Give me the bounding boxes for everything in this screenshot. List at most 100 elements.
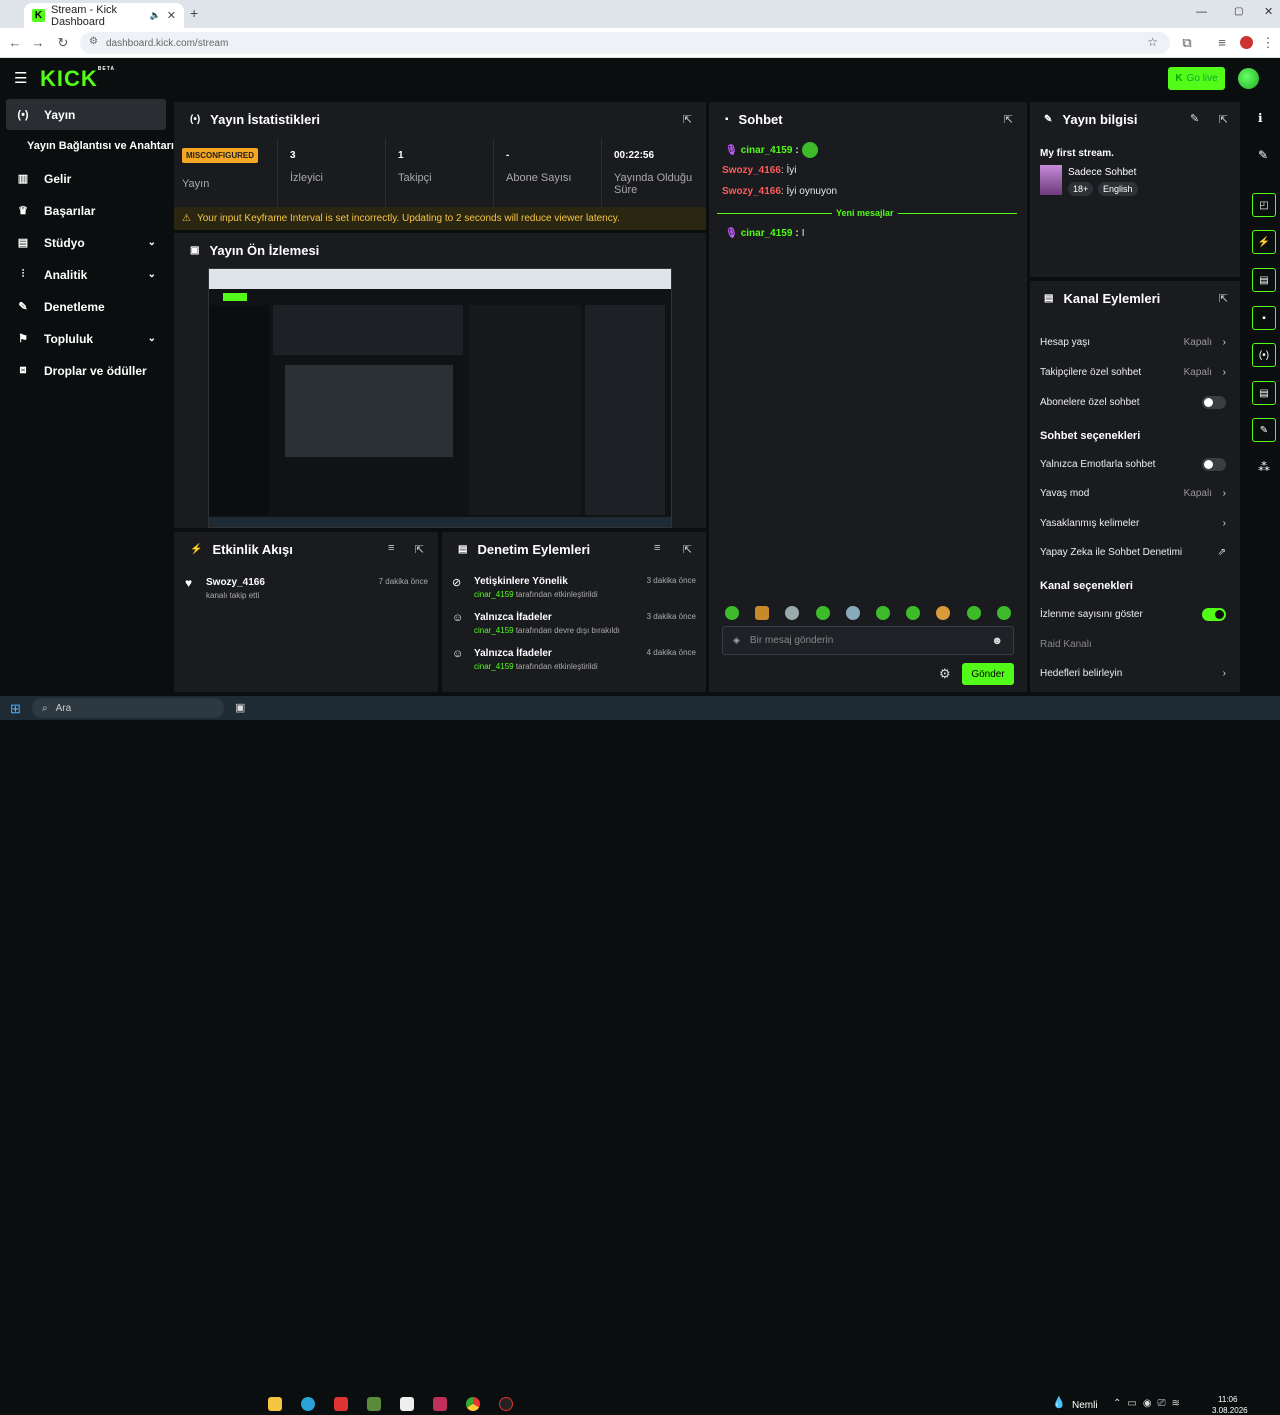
- file-explorer-icon[interactable]: [268, 1397, 282, 1411]
- close-window-icon[interactable]: ✕: [1264, 5, 1273, 18]
- setting-row[interactable]: Raid Kanalı: [1040, 632, 1230, 656]
- chevron-right-icon: ›: [1222, 667, 1226, 679]
- rail-stats-button[interactable]: (•): [1252, 343, 1276, 367]
- bookmark-star-icon[interactable]: ☆: [1147, 35, 1158, 49]
- stream-preview-video[interactable]: [208, 268, 672, 528]
- go-live-button[interactable]: K Go live: [1168, 67, 1225, 90]
- expand-icon[interactable]: ⇱: [415, 543, 424, 556]
- emote-icon[interactable]: [816, 606, 830, 620]
- sidebar-item-basarilar[interactable]: ♛ Başarılar: [6, 195, 166, 226]
- tray-icons[interactable]: ⌃▭◉⎚≋: [1113, 1398, 1186, 1409]
- task-view-icon[interactable]: ▣: [235, 701, 245, 714]
- chat-username[interactable]: Swozy_4166: [722, 186, 781, 197]
- setting-row[interactable]: Yavaş mod Kapalı ›: [1040, 481, 1230, 505]
- maximize-icon[interactable]: ▢: [1234, 6, 1243, 17]
- sidebar-item-analitik[interactable]: ⫶ Analitik ⌄: [6, 259, 166, 290]
- settings-gear-icon[interactable]: ⚙: [939, 666, 951, 682]
- edit-pencil-icon[interactable]: ✎: [1258, 148, 1268, 162]
- app-icon[interactable]: [334, 1397, 348, 1411]
- setting-value: Kapalı: [1183, 336, 1212, 348]
- filter-icon[interactable]: ≡: [654, 542, 660, 554]
- expand-icon[interactable]: ⇱: [1004, 113, 1013, 126]
- emote-icon[interactable]: [846, 606, 860, 620]
- windows-start-icon[interactable]: ⊞: [10, 701, 21, 717]
- minimize-icon[interactable]: —: [1196, 6, 1207, 18]
- expand-icon[interactable]: ⇱: [683, 113, 692, 126]
- emote-icon[interactable]: [785, 606, 799, 620]
- toggle-switch[interactable]: [1202, 395, 1226, 409]
- emote-icon[interactable]: [755, 606, 769, 620]
- profile-icon[interactable]: [1240, 36, 1253, 49]
- sidebar-item-stream-key[interactable]: Yayın Bağlantısı ve Anahtarı: [6, 130, 174, 161]
- rail-stream-info-button[interactable]: ✎: [1252, 418, 1276, 442]
- obs-icon[interactable]: [499, 1397, 513, 1411]
- chrome-icon[interactable]: [466, 1397, 480, 1411]
- taskbar-search[interactable]: ⌕ Ara: [32, 698, 224, 718]
- sidebar-item-droplar[interactable]: ⧈ Droplar ve ödüller: [6, 355, 166, 386]
- rail-preview-button[interactable]: ◰: [1252, 193, 1276, 217]
- emote-icon[interactable]: [876, 606, 890, 620]
- setting-row[interactable]: Hedefleri belirleyin ›: [1040, 661, 1230, 685]
- extensions-icon[interactable]: ⧉: [1177, 35, 1197, 51]
- emote-icon[interactable]: [906, 606, 920, 620]
- sidebar-item-denetleme[interactable]: ✎ Denetleme: [6, 291, 166, 322]
- setting-row[interactable]: Hesap yaşı Kapalı ›: [1040, 330, 1230, 354]
- site-info-icon[interactable]: ⚙: [89, 36, 98, 47]
- expand-icon[interactable]: ⇱: [1219, 292, 1228, 305]
- url-field[interactable]: ⚙ dashboard.kick.com/stream ☆: [80, 32, 1170, 54]
- app-icon[interactable]: [433, 1397, 447, 1411]
- expand-icon[interactable]: ⇱: [1219, 113, 1228, 126]
- chevron-down-icon: ⌄: [147, 237, 156, 248]
- emoji-icon[interactable]: ☻: [991, 635, 1003, 647]
- chat-username[interactable]: cinar_4159: [741, 145, 793, 156]
- chat-username[interactable]: cinar_4159: [741, 228, 793, 239]
- more-widgets-icon[interactable]: ⁂: [1258, 460, 1270, 474]
- setting-row[interactable]: Yapay Zeka ile Sohbet Denetimi ⇗: [1040, 540, 1230, 564]
- new-tab-button[interactable]: +: [190, 5, 198, 21]
- sidebar-item-studyo[interactable]: ▤ Stüdyo ⌄: [6, 227, 166, 258]
- hamburger-menu-icon[interactable]: ☰: [14, 69, 27, 87]
- toggle-switch[interactable]: [1202, 457, 1226, 471]
- edge-icon[interactable]: [301, 1397, 315, 1411]
- chevron-right-icon: ›: [1222, 517, 1226, 529]
- emote-icon[interactable]: [725, 606, 739, 620]
- reload-icon[interactable]: ↻: [53, 35, 73, 51]
- rail-activity-button[interactable]: ⚡: [1252, 230, 1276, 254]
- browser-menu-icon[interactable]: ⋮: [1258, 35, 1278, 51]
- chat-input[interactable]: ◈ Bir mesaj gönderin ☻: [722, 626, 1014, 655]
- emote-icon[interactable]: [997, 606, 1011, 620]
- stat-abone: - Abone Sayısı: [494, 138, 602, 208]
- emote-icon[interactable]: [936, 606, 950, 620]
- rail-chat-button[interactable]: ▪: [1252, 306, 1276, 330]
- filter-icon[interactable]: ≡: [388, 542, 394, 554]
- forward-icon[interactable]: →: [28, 35, 48, 50]
- sidebar-item-gelir[interactable]: ▥ Gelir: [6, 163, 166, 194]
- expand-icon[interactable]: ⇱: [683, 543, 692, 556]
- browser-tab[interactable]: K Stream - Kick Dashboard 🔈 ✕: [24, 3, 184, 28]
- keyframe-warning: ⚠ Your input Keyframe Interval is set in…: [174, 207, 706, 230]
- back-icon[interactable]: ←: [5, 35, 25, 50]
- info-icon[interactable]: ℹ: [1258, 111, 1263, 125]
- setting-row[interactable]: Takipçilere özel sohbet Kapalı ›: [1040, 360, 1230, 384]
- rail-moderation-button[interactable]: ▤: [1252, 268, 1276, 292]
- rail-channel-actions-button[interactable]: ▤: [1252, 381, 1276, 405]
- edit-pencil-icon[interactable]: ✎: [1190, 112, 1199, 125]
- minecraft-icon[interactable]: [367, 1397, 381, 1411]
- sidebar-item-label: Droplar ve ödüller: [44, 363, 147, 378]
- media-icon[interactable]: ≡: [1212, 35, 1232, 50]
- store-icon[interactable]: [400, 1397, 414, 1411]
- mute-icon[interactable]: 🔈: [150, 10, 161, 21]
- kick-logo[interactable]: KICKBETA: [40, 66, 115, 92]
- chat-username[interactable]: Swozy_4166: [722, 165, 781, 176]
- chat-message: 🎙 cinar_4159:: [725, 142, 818, 158]
- clock-date: 3.08.2026: [1212, 1406, 1248, 1415]
- user-avatar[interactable]: [1238, 68, 1259, 89]
- sidebar-item-yayin[interactable]: (•) Yayın: [6, 99, 166, 130]
- emote-icon[interactable]: [967, 606, 981, 620]
- send-button[interactable]: Gönder: [962, 663, 1014, 685]
- setting-label: Yavaş mod: [1040, 487, 1090, 499]
- toggle-switch[interactable]: [1202, 607, 1226, 621]
- close-tab-icon[interactable]: ✕: [167, 9, 176, 22]
- setting-row[interactable]: Yasaklanmış kelimeler ›: [1040, 511, 1230, 535]
- sidebar-item-topluluk[interactable]: ⚑ Topluluk ⌄: [6, 323, 166, 354]
